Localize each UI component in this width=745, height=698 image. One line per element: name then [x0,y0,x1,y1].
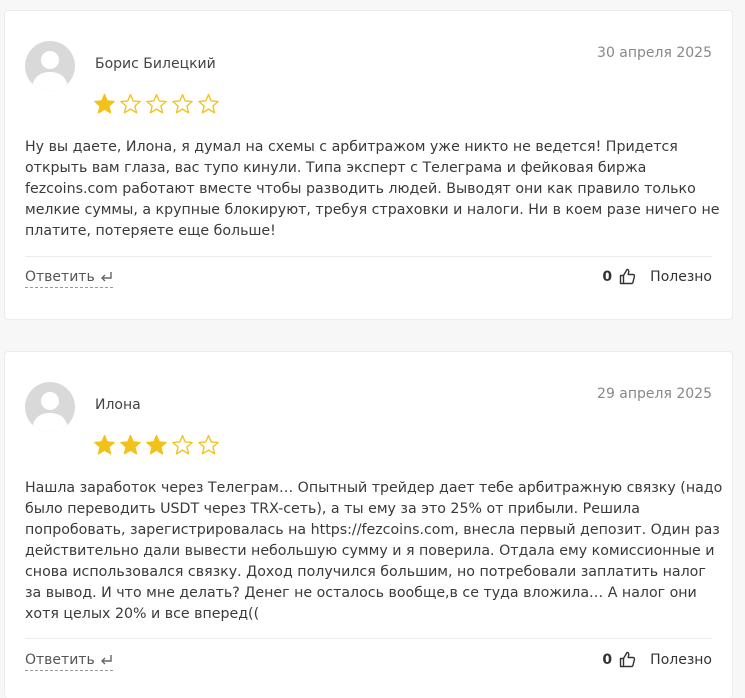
helpful-count: 0 [602,268,613,285]
star-empty-icon [145,93,168,115]
review-author: Илона [95,397,141,413]
divider [25,256,712,257]
helpful-section: 0 Полезно [602,651,712,668]
review-card: Борис Билецкий 30 апреля 2025 Ну вы дает… [4,10,733,320]
user-icon [32,392,68,432]
review-date: 30 апреля 2025 [597,45,712,61]
star-empty-icon [119,93,142,115]
review-text: Нашла заработок через Телеграм… Опытный … [25,480,723,622]
review-date: 29 апреля 2025 [597,386,712,402]
star-empty-icon [197,434,220,456]
helpful-label[interactable]: Полезно [650,652,712,668]
star-rating [93,93,220,115]
star-filled-icon [93,434,116,456]
star-filled-icon [93,93,116,115]
review-card: Илона 29 апреля 2025 Нашла заработок чер… [4,351,733,698]
star-rating [93,434,220,456]
star-filled-icon [145,434,168,456]
review-author: Борис Билецкий [95,56,216,72]
helpful-label[interactable]: Полезно [650,269,712,285]
star-empty-icon [171,434,194,456]
thumbs-up-icon[interactable] [619,268,636,285]
star-empty-icon [171,93,194,115]
divider [25,638,712,639]
review-text: Ну вы даете, Илона, я думал на схемы с а… [25,139,720,239]
reply-label: Ответить [25,652,95,668]
reply-button[interactable]: Ответить [25,269,113,288]
reply-label: Ответить [25,269,95,285]
avatar [25,382,75,432]
reply-button[interactable]: Ответить [25,652,113,671]
reply-arrow-icon [100,272,112,282]
helpful-count: 0 [602,651,613,668]
thumbs-up-icon[interactable] [619,651,636,668]
star-filled-icon [119,434,142,456]
helpful-section: 0 Полезно [602,268,712,285]
star-empty-icon [197,93,220,115]
user-icon [32,51,68,91]
reply-arrow-icon [100,655,112,665]
avatar [25,41,75,91]
